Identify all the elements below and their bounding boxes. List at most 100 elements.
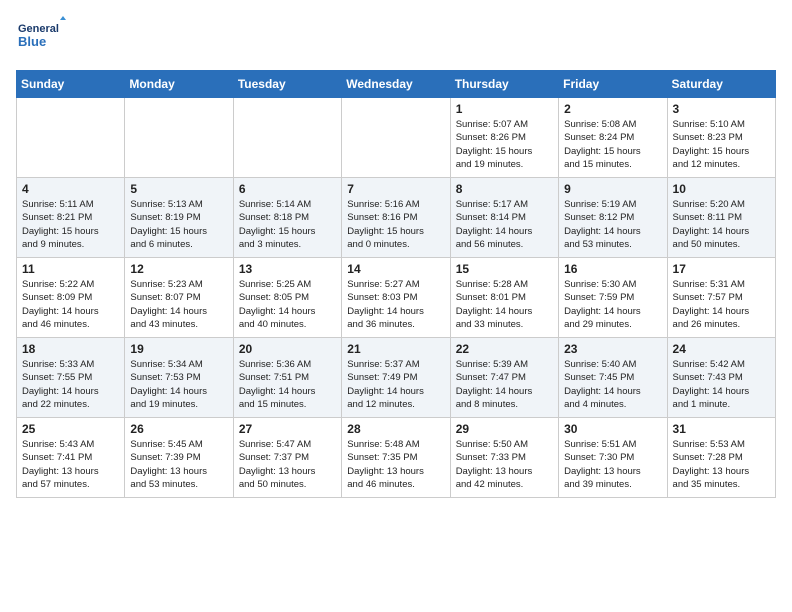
day-info: Sunrise: 5:45 AM Sunset: 7:39 PM Dayligh… [130, 438, 227, 491]
day-info: Sunrise: 5:30 AM Sunset: 7:59 PM Dayligh… [564, 278, 661, 331]
calendar-cell: 18Sunrise: 5:33 AM Sunset: 7:55 PM Dayli… [17, 338, 125, 418]
day-info: Sunrise: 5:48 AM Sunset: 7:35 PM Dayligh… [347, 438, 444, 491]
day-number: 24 [673, 342, 770, 356]
calendar-cell: 24 Sunrise: 5:42 AM Sunset: 7:43 PM Dayli… [667, 338, 775, 418]
calendar-cell: 3 Sunrise: 5:10 AM Sunset: 8:23 PM Daylig… [667, 98, 775, 178]
calendar-cell: 20 Sunrise: 5:36 AM Sunset: 7:51 PM Dayli… [233, 338, 341, 418]
day-number: 17 [673, 262, 770, 276]
calendar-cell: 4 Sunrise: 5:11 AM Sunset: 8:21 PM Daylig… [17, 178, 125, 258]
calendar-cell: 8Sunrise: 5:17 AM Sunset: 8:14 PM Daylig… [450, 178, 558, 258]
day-info: Sunrise: 5:27 AM Sunset: 8:03 PM Dayligh… [347, 278, 444, 331]
day-info: Sunrise: 5:22 AM Sunset: 8:09 PM Dayligh… [22, 278, 119, 331]
day-info: Sunrise: 5:13 AM Sunset: 8:19 PM Dayligh… [130, 198, 227, 251]
calendar-cell: 14 Sunrise: 5:27 AM Sunset: 8:03 PM Dayli… [342, 258, 450, 338]
logo-svg: General Blue [16, 16, 66, 60]
weekday-header-tuesday: Tuesday [233, 71, 341, 98]
calendar-week-row: 11 Sunrise: 5:22 AM Sunset: 8:09 PM Dayli… [17, 258, 776, 338]
day-number: 5 [130, 182, 227, 196]
calendar-header-row: SundayMondayTuesdayWednesdayThursdayFrid… [17, 71, 776, 98]
calendar-cell: 25 Sunrise: 5:43 AM Sunset: 7:41 PM Dayli… [17, 418, 125, 498]
day-info: Sunrise: 5:53 AM Sunset: 7:28 PM Dayligh… [673, 438, 770, 491]
day-number: 26 [130, 422, 227, 436]
calendar-cell: 17Sunrise: 5:31 AM Sunset: 7:57 PM Dayli… [667, 258, 775, 338]
day-info: Sunrise: 5:51 AM Sunset: 7:30 PM Dayligh… [564, 438, 661, 491]
day-number: 23 [564, 342, 661, 356]
day-info: Sunrise: 5:40 AM Sunset: 7:45 PM Dayligh… [564, 358, 661, 411]
day-number: 25 [22, 422, 119, 436]
calendar-cell: 10 Sunrise: 5:20 AM Sunset: 8:11 PM Dayli… [667, 178, 775, 258]
day-info: Sunrise: 5:10 AM Sunset: 8:23 PM Dayligh… [673, 118, 770, 171]
day-info: Sunrise: 5:17 AM Sunset: 8:14 PM Dayligh… [456, 198, 553, 251]
day-info: Sunrise: 5:50 AM Sunset: 7:33 PM Dayligh… [456, 438, 553, 491]
calendar-cell: 31Sunrise: 5:53 AM Sunset: 7:28 PM Dayli… [667, 418, 775, 498]
day-info: Sunrise: 5:16 AM Sunset: 8:16 PM Dayligh… [347, 198, 444, 251]
day-number: 11 [22, 262, 119, 276]
calendar-week-row: 4 Sunrise: 5:11 AM Sunset: 8:21 PM Daylig… [17, 178, 776, 258]
day-number: 4 [22, 182, 119, 196]
day-number: 2 [564, 102, 661, 116]
day-info: Sunrise: 5:37 AM Sunset: 7:49 PM Dayligh… [347, 358, 444, 411]
day-info: Sunrise: 5:11 AM Sunset: 8:21 PM Dayligh… [22, 198, 119, 251]
day-number: 15 [456, 262, 553, 276]
day-info: Sunrise: 5:43 AM Sunset: 7:41 PM Dayligh… [22, 438, 119, 491]
calendar-cell: 11 Sunrise: 5:22 AM Sunset: 8:09 PM Dayli… [17, 258, 125, 338]
day-info: Sunrise: 5:28 AM Sunset: 8:01 PM Dayligh… [456, 278, 553, 331]
calendar-week-row: 1 Sunrise: 5:07 AM Sunset: 8:26 PM Daylig… [17, 98, 776, 178]
day-number: 27 [239, 422, 336, 436]
weekday-header-sunday: Sunday [17, 71, 125, 98]
calendar-cell: 13Sunrise: 5:25 AM Sunset: 8:05 PM Dayli… [233, 258, 341, 338]
calendar-cell: 7 Sunrise: 5:16 AM Sunset: 8:16 PM Daylig… [342, 178, 450, 258]
calendar-cell: 30Sunrise: 5:51 AM Sunset: 7:30 PM Dayli… [559, 418, 667, 498]
calendar-cell: 27 Sunrise: 5:47 AM Sunset: 7:37 PM Dayli… [233, 418, 341, 498]
day-number: 20 [239, 342, 336, 356]
calendar-cell: 6 Sunrise: 5:14 AM Sunset: 8:18 PM Daylig… [233, 178, 341, 258]
day-number: 7 [347, 182, 444, 196]
calendar-cell: 5 Sunrise: 5:13 AM Sunset: 8:19 PM Daylig… [125, 178, 233, 258]
logo: General Blue [16, 16, 66, 60]
day-number: 16 [564, 262, 661, 276]
day-info: Sunrise: 5:47 AM Sunset: 7:37 PM Dayligh… [239, 438, 336, 491]
day-number: 22 [456, 342, 553, 356]
calendar-week-row: 18Sunrise: 5:33 AM Sunset: 7:55 PM Dayli… [17, 338, 776, 418]
day-info: Sunrise: 5:14 AM Sunset: 8:18 PM Dayligh… [239, 198, 336, 251]
day-number: 28 [347, 422, 444, 436]
calendar-week-row: 25 Sunrise: 5:43 AM Sunset: 7:41 PM Dayli… [17, 418, 776, 498]
calendar-cell: 1 Sunrise: 5:07 AM Sunset: 8:26 PM Daylig… [450, 98, 558, 178]
weekday-header-wednesday: Wednesday [342, 71, 450, 98]
calendar-cell: 12Sunrise: 5:23 AM Sunset: 8:07 PM Dayli… [125, 258, 233, 338]
day-number: 9 [564, 182, 661, 196]
page-header: General Blue [16, 16, 776, 60]
calendar-cell [342, 98, 450, 178]
day-info: Sunrise: 5:07 AM Sunset: 8:26 PM Dayligh… [456, 118, 553, 171]
day-number: 13 [239, 262, 336, 276]
day-number: 12 [130, 262, 227, 276]
weekday-header-monday: Monday [125, 71, 233, 98]
calendar-cell [125, 98, 233, 178]
day-number: 10 [673, 182, 770, 196]
day-number: 3 [673, 102, 770, 116]
day-number: 6 [239, 182, 336, 196]
calendar-cell: 9Sunrise: 5:19 AM Sunset: 8:12 PM Daylig… [559, 178, 667, 258]
day-info: Sunrise: 5:39 AM Sunset: 7:47 PM Dayligh… [456, 358, 553, 411]
weekday-header-friday: Friday [559, 71, 667, 98]
day-info: Sunrise: 5:20 AM Sunset: 8:11 PM Dayligh… [673, 198, 770, 251]
weekday-header-thursday: Thursday [450, 71, 558, 98]
day-number: 14 [347, 262, 444, 276]
day-number: 29 [456, 422, 553, 436]
day-number: 19 [130, 342, 227, 356]
day-number: 21 [347, 342, 444, 356]
day-info: Sunrise: 5:36 AM Sunset: 7:51 PM Dayligh… [239, 358, 336, 411]
calendar-cell: 29 Sunrise: 5:50 AM Sunset: 7:33 PM Dayli… [450, 418, 558, 498]
day-number: 1 [456, 102, 553, 116]
day-number: 18 [22, 342, 119, 356]
weekday-header-saturday: Saturday [667, 71, 775, 98]
calendar-table: SundayMondayTuesdayWednesdayThursdayFrid… [16, 70, 776, 498]
calendar-cell: 16 Sunrise: 5:30 AM Sunset: 7:59 PM Dayli… [559, 258, 667, 338]
day-info: Sunrise: 5:08 AM Sunset: 8:24 PM Dayligh… [564, 118, 661, 171]
day-info: Sunrise: 5:42 AM Sunset: 7:43 PM Dayligh… [673, 358, 770, 411]
day-info: Sunrise: 5:34 AM Sunset: 7:53 PM Dayligh… [130, 358, 227, 411]
svg-text:Blue: Blue [18, 34, 46, 49]
calendar-cell: 21 Sunrise: 5:37 AM Sunset: 7:49 PM Dayli… [342, 338, 450, 418]
calendar-cell: 26 Sunrise: 5:45 AM Sunset: 7:39 PM Dayli… [125, 418, 233, 498]
calendar-cell: 22 Sunrise: 5:39 AM Sunset: 7:47 PM Dayli… [450, 338, 558, 418]
